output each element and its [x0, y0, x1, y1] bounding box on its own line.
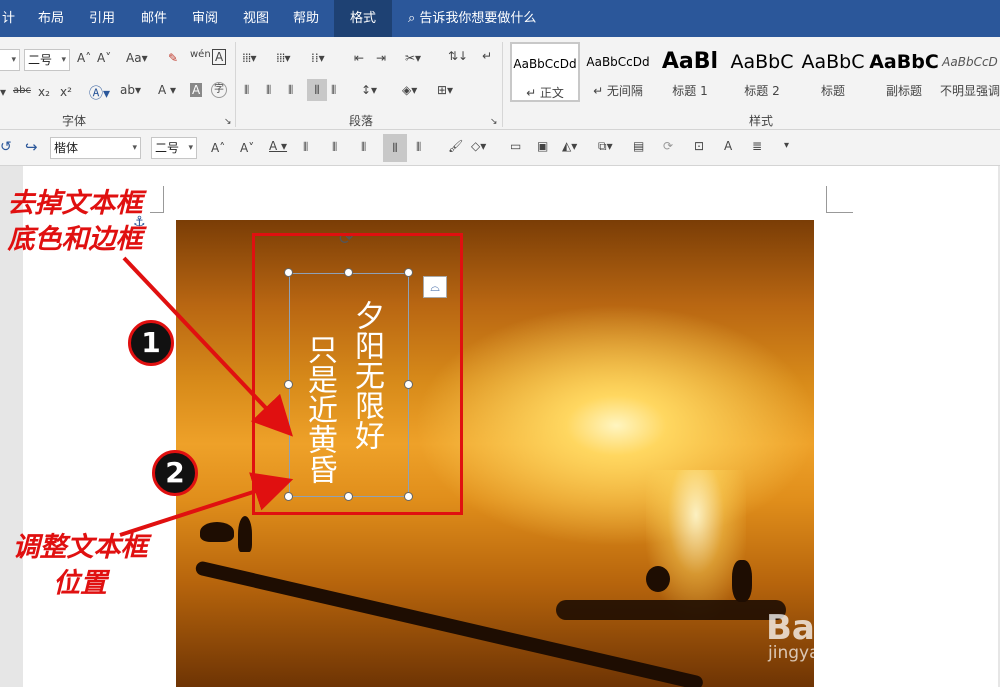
step-badge-2: 2: [152, 450, 198, 496]
annotation-adjust-position: 调整文本框位置: [12, 532, 148, 599]
baidu-watermark: Bai du 经验: [766, 608, 967, 648]
baidu-watermark-url: jingyan.baidu.com: [768, 643, 925, 663]
step-badge-1: 1: [128, 320, 174, 366]
annotation-remove-fill: 去掉文本框底色和边框: [7, 188, 143, 255]
arrow-2: [119, 472, 294, 537]
